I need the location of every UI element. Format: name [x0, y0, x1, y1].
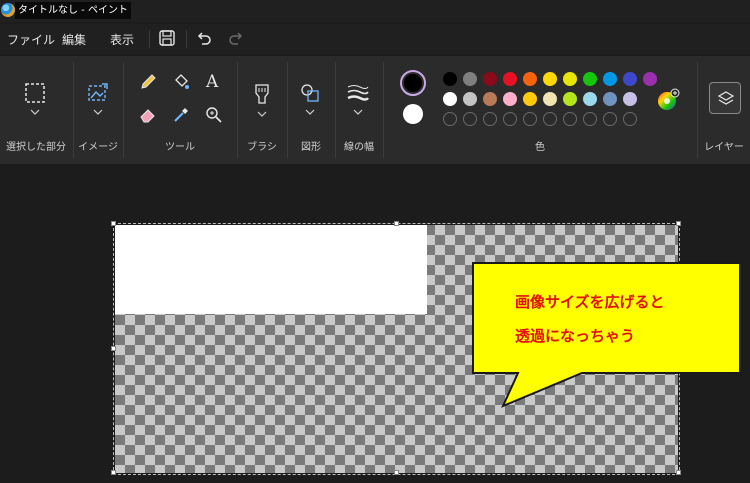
- custom-color-slot[interactable]: [603, 112, 617, 126]
- color-swatch[interactable]: [623, 72, 637, 86]
- title-bar: タイトルなし - ペイント: [0, 0, 750, 22]
- undo-icon[interactable]: [194, 28, 214, 48]
- layers-icon: [717, 91, 735, 105]
- menu-view[interactable]: 表示: [110, 31, 134, 48]
- secondary-color-swatch[interactable]: [403, 104, 423, 124]
- custom-color-slot[interactable]: [583, 112, 597, 126]
- color-swatch[interactable]: [643, 72, 657, 86]
- primary-color-ring[interactable]: [400, 70, 426, 96]
- menu-bar: ファイル 編集 表示: [0, 24, 750, 54]
- resize-handle-left[interactable]: [111, 346, 116, 351]
- edit-colors-icon[interactable]: [656, 88, 680, 112]
- color-swatch[interactable]: [443, 72, 457, 86]
- color-swatch[interactable]: [523, 72, 537, 86]
- line-width-icon[interactable]: [346, 82, 370, 102]
- group-label-shapes: 図形: [301, 142, 321, 153]
- color-swatch[interactable]: [523, 92, 537, 106]
- color-swatch[interactable]: [583, 72, 597, 86]
- group-label-tools: ツール: [165, 142, 195, 153]
- eraser-icon[interactable]: [138, 105, 158, 125]
- group-label-selection: 選択した部分: [6, 142, 66, 153]
- resize-handle-top-left[interactable]: [111, 221, 116, 226]
- primary-color-swatch: [404, 74, 422, 92]
- color-swatch[interactable]: [463, 92, 477, 106]
- color-swatch[interactable]: [603, 72, 617, 86]
- text-tool-icon[interactable]: A: [206, 72, 218, 92]
- custom-color-slot[interactable]: [503, 112, 517, 126]
- color-swatch[interactable]: [463, 72, 477, 86]
- color-swatch[interactable]: [583, 92, 597, 106]
- selection-rectangle-icon[interactable]: [24, 82, 46, 104]
- group-label-colors: 色: [535, 142, 545, 153]
- group-label-brushes: ブラシ: [247, 142, 277, 153]
- callout-text-line-1: 画像サイズを広げると: [515, 293, 665, 311]
- color-swatch[interactable]: [563, 72, 577, 86]
- shapes-chevron-down-icon[interactable]: [305, 109, 315, 115]
- resize-handle-bottom-right[interactable]: [676, 470, 681, 475]
- menu-divider-2: [186, 30, 187, 48]
- color-swatch[interactable]: [483, 92, 497, 106]
- resize-handle-top-right[interactable]: [676, 221, 681, 226]
- custom-color-slot[interactable]: [463, 112, 477, 126]
- magnifier-icon[interactable]: [204, 105, 224, 125]
- color-swatch[interactable]: [443, 92, 457, 106]
- image-icon[interactable]: [87, 82, 109, 104]
- color-swatch[interactable]: [543, 92, 557, 106]
- group-label-layers: レイヤー: [704, 142, 744, 153]
- resize-handle-top[interactable]: [394, 221, 399, 226]
- menu-file[interactable]: ファイル: [7, 31, 55, 48]
- selection-chevron-down-icon[interactable]: [30, 109, 40, 115]
- custom-color-slot[interactable]: [563, 112, 577, 126]
- ribbon-toolbar: 選択した部分 イメージ A ツール ブラシ 図形 線の幅 色 レイヤー: [0, 56, 750, 164]
- menu-edit[interactable]: 編集: [62, 31, 86, 48]
- fill-bucket-icon[interactable]: [171, 72, 191, 92]
- color-swatch[interactable]: [543, 72, 557, 86]
- shapes-icon[interactable]: [299, 82, 321, 104]
- custom-color-slot[interactable]: [443, 112, 457, 126]
- line-width-chevron-down-icon[interactable]: [353, 109, 363, 115]
- redo-icon[interactable]: [226, 28, 246, 48]
- brush-chevron-down-icon[interactable]: [257, 111, 267, 117]
- color-swatch[interactable]: [503, 72, 517, 86]
- color-swatch[interactable]: [503, 92, 517, 106]
- custom-color-slot[interactable]: [623, 112, 637, 126]
- resize-handle-bottom[interactable]: [394, 470, 399, 475]
- custom-color-slot[interactable]: [483, 112, 497, 126]
- color-swatch[interactable]: [483, 72, 497, 86]
- save-icon[interactable]: [157, 28, 177, 48]
- menu-divider: [149, 30, 150, 48]
- pencil-icon[interactable]: [138, 72, 158, 92]
- layers-button[interactable]: [709, 82, 741, 114]
- color-swatch[interactable]: [563, 92, 577, 106]
- group-label-image: イメージ: [78, 142, 118, 153]
- image-chevron-down-icon[interactable]: [93, 109, 103, 115]
- custom-color-slot[interactable]: [543, 112, 557, 126]
- window-title: タイトルなし - ペイント: [15, 2, 131, 19]
- color-swatch[interactable]: [623, 92, 637, 106]
- resize-handle-bottom-left[interactable]: [111, 470, 116, 475]
- color-swatch[interactable]: [603, 92, 617, 106]
- group-label-line-width: 線の幅: [344, 142, 374, 153]
- callout-text-line-2: 透過になっちゃう: [515, 327, 636, 345]
- color-picker-icon[interactable]: [171, 105, 191, 125]
- brush-icon[interactable]: [251, 82, 273, 106]
- custom-color-slot[interactable]: [523, 112, 537, 126]
- paint-app-icon: [1, 3, 15, 17]
